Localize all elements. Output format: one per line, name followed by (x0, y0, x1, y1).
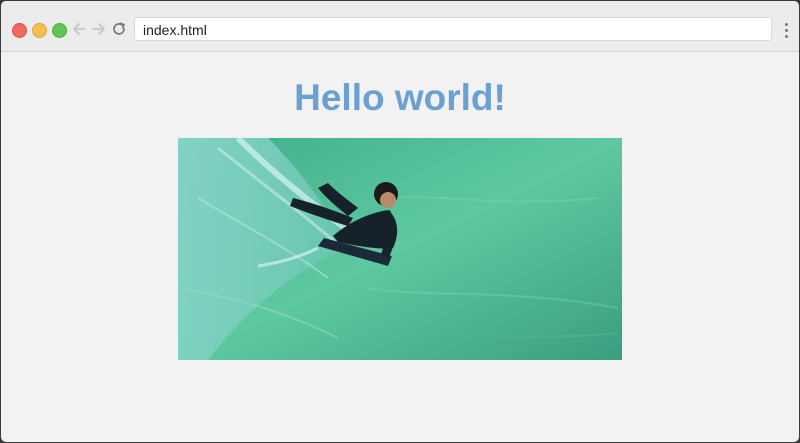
arrow-right-icon (92, 23, 105, 35)
address-bar[interactable]: index.html (134, 17, 772, 41)
maximize-window-button[interactable] (52, 23, 67, 38)
page-viewport: Hello world! (1, 52, 799, 442)
close-window-button[interactable] (12, 23, 27, 38)
browser-menu-button[interactable] (782, 21, 792, 39)
kebab-menu-dot (785, 29, 788, 32)
minimize-window-button[interactable] (32, 23, 47, 38)
surfer-photo (178, 138, 622, 360)
browser-toolbar: index.html (1, 1, 799, 52)
back-button[interactable] (70, 19, 88, 39)
reload-icon (113, 22, 125, 35)
page-heading: Hello world! (294, 77, 506, 118)
address-bar-url: index.html (143, 22, 207, 38)
browser-window: index.html Hello world! (1, 1, 799, 442)
kebab-menu-dot (785, 35, 788, 38)
reload-button[interactable] (110, 19, 128, 39)
arrow-left-icon (73, 23, 86, 35)
kebab-menu-icon (785, 23, 788, 26)
forward-button[interactable] (90, 19, 108, 39)
surfer-image (178, 138, 622, 360)
